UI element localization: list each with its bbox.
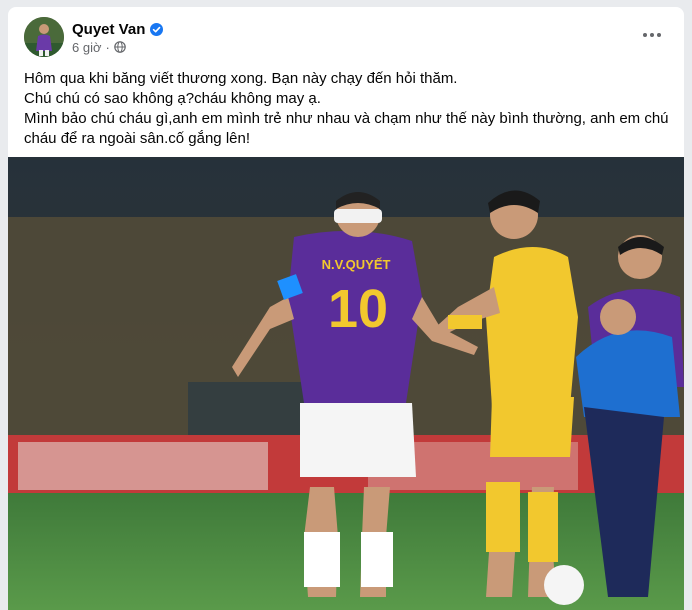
post-card: Quyet Van 6 giờ · Hôm qua khi băng viết … xyxy=(8,7,684,610)
post-line: cháu để ra ngoài sân.cố gắng lên! xyxy=(24,130,251,147)
more-options-icon[interactable] xyxy=(634,23,670,47)
shirt-number: 10 xyxy=(328,279,388,339)
post-meta: 6 giờ · xyxy=(72,39,126,55)
post-header: Quyet Van 6 giờ · xyxy=(8,7,684,63)
shirt-name: N.V.QUYẾT xyxy=(322,257,391,272)
post-line: Mình bảo chú cháu gì,anh em mình trẻ như… xyxy=(24,110,669,127)
post-text: Hôm qua khi băng viết thương xong. Bạn n… xyxy=(24,69,674,149)
meta-separator: · xyxy=(105,39,110,55)
globe-icon[interactable] xyxy=(114,41,126,53)
post-line: Hôm qua khi băng viết thương xong. Bạn n… xyxy=(24,70,458,87)
verified-badge-icon xyxy=(150,22,164,36)
author-avatar[interactable] xyxy=(24,17,64,57)
post-timestamp[interactable]: 6 giờ xyxy=(72,40,102,55)
post-photo[interactable]: N.V.QUYẾT 10 xyxy=(8,157,684,610)
avatar-image xyxy=(24,17,64,57)
author-name[interactable]: Quyet Van xyxy=(72,21,145,38)
author-row: Quyet Van xyxy=(72,19,164,39)
post-line: Chú chú có sao không ạ?cháu không may ạ. xyxy=(24,90,321,107)
